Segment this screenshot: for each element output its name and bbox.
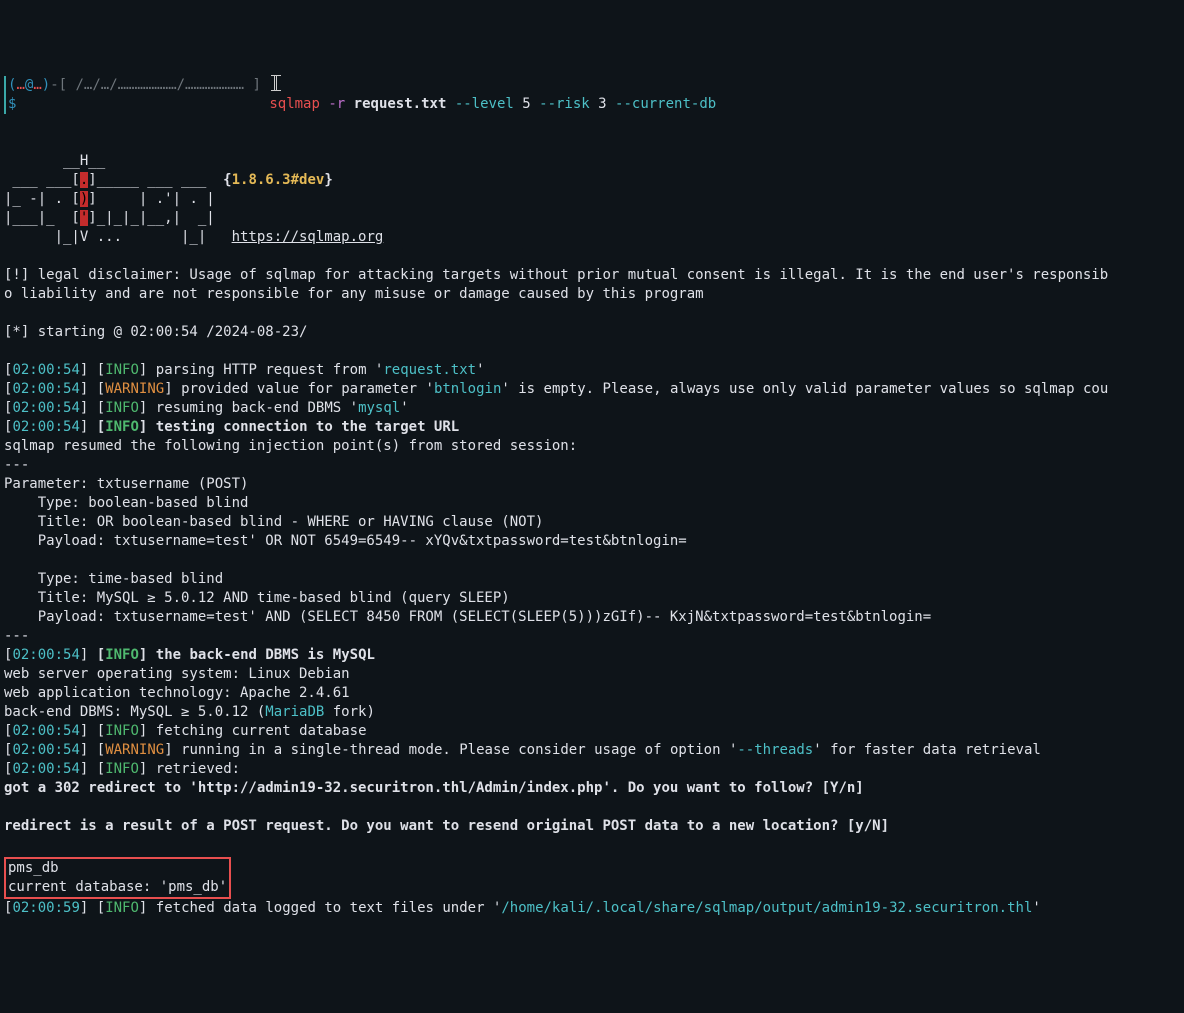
cmd-val: 3: [598, 96, 606, 112]
starting-text: [*] starting @ 02:00:54 /2024-08-23/: [4, 324, 307, 340]
msg-backend: the back-end DBMS is MySQL: [156, 647, 375, 663]
prompt-path: -[ /…/…/…………………/………………… ]: [50, 77, 261, 93]
text-cursor-icon: [274, 75, 277, 91]
cmd-flag: --current-db: [615, 96, 716, 112]
cmd-flag: -r: [328, 96, 345, 112]
timestamp: 02:00:54: [12, 400, 79, 416]
dbms-text: back-end DBMS: MySQL ≥ 5.0.12 (MariaDB f…: [4, 704, 375, 720]
level-info: INFO: [105, 900, 139, 916]
timestamp: 02:00:54: [12, 381, 79, 397]
timestamp: 02:00:54: [12, 647, 79, 663]
repost-prompt[interactable]: redirect is a result of a POST request. …: [4, 818, 889, 834]
level-warning: WARNING: [105, 742, 164, 758]
cmd-flag: --risk: [539, 96, 590, 112]
timestamp: 02:00:54: [12, 742, 79, 758]
timestamp: 02:00:54: [12, 761, 79, 777]
cmd-arg: request.txt: [354, 96, 447, 112]
level-info: INFO: [105, 362, 139, 378]
prompt-line1: (…@…): [8, 77, 50, 93]
cmd-val: 5: [522, 96, 530, 112]
terminal[interactable]: (…@…)-[ /…/…/…………………/………………… ] $ sqlmap …: [4, 76, 1180, 918]
param-block: Parameter: txtusername (POST): [4, 476, 248, 492]
timestamp: 02:00:59: [12, 900, 79, 916]
timestamp: 02:00:54: [12, 723, 79, 739]
cmd-prog: sqlmap: [269, 96, 320, 112]
level-info: INFO: [105, 761, 139, 777]
redirect-prompt[interactable]: got a 302 redirect to 'http://admin19-32…: [4, 780, 864, 796]
cmd-flag: --level: [455, 96, 514, 112]
tech-text: web application technology: Apache 2.4.6…: [4, 685, 350, 701]
msg-testing: testing connection to the target URL: [156, 419, 459, 435]
level-info: INFO: [105, 723, 139, 739]
sqlmap-ascii: __H__ ___ ___[.]_____ ___ ___ {1.8.6.3#d…: [4, 153, 383, 245]
os-text: web server operating system: Linux Debia…: [4, 666, 350, 682]
disclaimer-text: [!] legal disclaimer: Usage of sqlmap fo…: [4, 267, 1108, 302]
level-info: INFO: [105, 400, 139, 416]
timestamp: 02:00:54: [12, 419, 79, 435]
level-info: INFO: [105, 419, 139, 435]
highlight-box: pms_db current database: 'pms_db': [4, 857, 231, 899]
sqlmap-url-link[interactable]: https://sqlmap.org: [232, 229, 384, 245]
level-info: INFO: [105, 647, 139, 663]
msg-resume: sqlmap resumed the following injection p…: [4, 438, 577, 454]
prompt-dollar: $: [8, 96, 16, 112]
level-warning: WARNING: [105, 381, 164, 397]
timestamp: 02:00:54: [12, 362, 79, 378]
